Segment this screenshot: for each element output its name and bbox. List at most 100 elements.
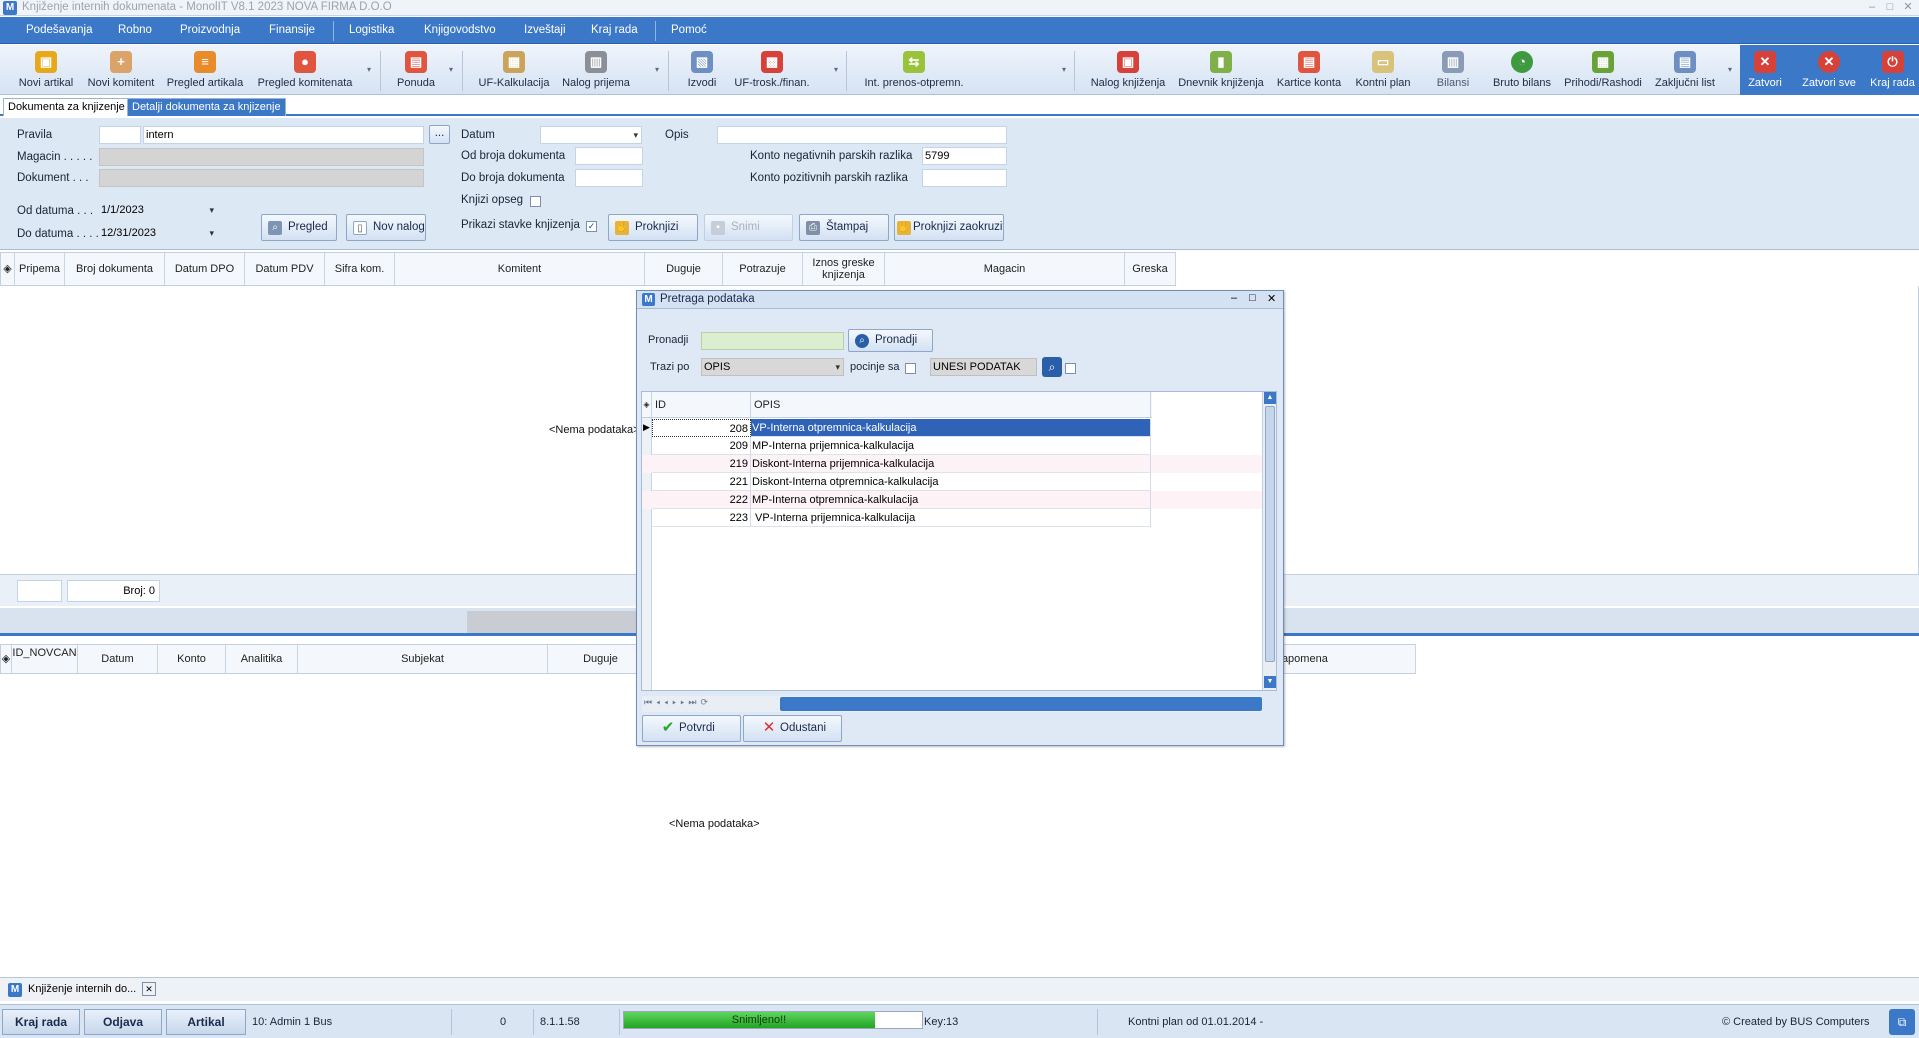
list-item[interactable]: 221 Diskont-Interna otpremnica-kalkulaci… bbox=[642, 473, 1276, 491]
kraj-rada-button[interactable]: Kraj rada bbox=[2, 1009, 80, 1035]
nalog-prijema-button[interactable]: ▥ Nalog prijema bbox=[560, 45, 632, 95]
chevron-down-icon[interactable]: ▾ bbox=[367, 65, 376, 74]
menu-finansije[interactable]: Finansije bbox=[269, 24, 315, 36]
bilansi-button[interactable]: ▥ Bilansi bbox=[1426, 45, 1480, 95]
col-pripema[interactable]: Pripema bbox=[15, 253, 65, 285]
pravila-code-input[interactable] bbox=[99, 126, 141, 144]
new-customer-button[interactable]: + Novi komitent bbox=[84, 45, 158, 95]
result-opis[interactable]: VP-Interna otpremnica-kalkulacija bbox=[751, 419, 1151, 437]
result-opis[interactable]: MP-Interna otpremnica-kalkulacija bbox=[751, 491, 1151, 509]
dialog-minimize-icon[interactable]: – bbox=[1231, 292, 1237, 304]
col-id[interactable]: ID bbox=[652, 392, 751, 417]
col-komitent[interactable]: Komitent bbox=[395, 253, 645, 285]
result-opis[interactable]: Diskont-Interna otpremnica-kalkulacija bbox=[751, 473, 1151, 491]
menu-robno[interactable]: Robno bbox=[118, 24, 152, 36]
col-sifra-kom[interactable]: Sifra kom. bbox=[325, 253, 395, 285]
int-prenos-button[interactable]: ⇆ Int. prenos-otpremn. bbox=[852, 45, 976, 95]
menu-izvestaji[interactable]: Izveštaji bbox=[524, 24, 566, 36]
col-id-novcan[interactable]: ID_NOVCAN bbox=[12, 645, 78, 673]
taskbar-close-icon[interactable]: ✕ bbox=[142, 982, 156, 996]
do-broja-input[interactable] bbox=[575, 169, 643, 187]
pronadji-button[interactable]: ⌕ Pronadji bbox=[848, 329, 933, 352]
knjizi-opseg-checkbox[interactable] bbox=[530, 196, 541, 207]
pregled-button[interactable]: ⌕ Pregled bbox=[261, 214, 337, 241]
chevron-down-icon[interactable]: ▾ bbox=[655, 65, 664, 74]
result-id[interactable]: 219 bbox=[652, 455, 751, 473]
list-item[interactable]: 219 Diskont-Interna prijemnica-kalkulaci… bbox=[642, 455, 1276, 473]
od-datuma-input[interactable]: 1/1/2023 bbox=[99, 202, 217, 220]
proknjizi-zaokruz-button[interactable]: ✋Proknjizi zaokruzivanje bbox=[894, 214, 1004, 241]
vertical-scrollbar[interactable]: ▲ ▼ bbox=[1262, 392, 1276, 690]
menu-podesavanja[interactable]: Podešavanja bbox=[26, 24, 93, 36]
prikazi-stavke-checkbox[interactable]: ✓ bbox=[586, 221, 597, 232]
col-duguje[interactable]: Duguje bbox=[645, 253, 723, 285]
menu-logistika[interactable]: Logistika bbox=[349, 24, 394, 36]
scroll-down-icon[interactable]: ▼ bbox=[1264, 676, 1276, 688]
konto-poz-input[interactable] bbox=[922, 169, 1007, 187]
col-iznos-greske[interactable]: Iznos greske knjizenja bbox=[803, 253, 885, 285]
chevron-down-icon[interactable]: ▾ bbox=[449, 65, 458, 74]
maximize-icon[interactable]: □ bbox=[1880, 0, 1900, 16]
kartice-konta-button[interactable]: ▤ Kartice konta bbox=[1274, 45, 1344, 95]
col-datum-dpo[interactable]: Datum DPO bbox=[165, 253, 245, 285]
offer-button[interactable]: ▤ Ponuda bbox=[386, 45, 446, 95]
uf-troskovi-button[interactable]: ▩ UF-trosk./finan. bbox=[730, 45, 814, 95]
new-article-button[interactable]: ▣ Novi artikal bbox=[12, 45, 80, 95]
kontni-plan-button[interactable]: ▭ Kontni plan bbox=[1350, 45, 1416, 95]
col-datum[interactable]: Datum bbox=[78, 645, 158, 673]
pronadji-input[interactable] bbox=[701, 332, 844, 350]
datum-input[interactable] bbox=[540, 126, 642, 144]
quick-search-icon[interactable]: ⌕ bbox=[1042, 357, 1062, 377]
tab-dokumenta[interactable]: Dokumenta za knjizenje bbox=[3, 98, 130, 116]
window-close-icon[interactable]: ✕ bbox=[1898, 0, 1918, 16]
opis-input[interactable] bbox=[717, 126, 1007, 144]
col-datum-pdv[interactable]: Datum PDV bbox=[245, 253, 325, 285]
list-item[interactable]: 222 MP-Interna otpremnica-kalkulacija bbox=[642, 491, 1276, 509]
result-id[interactable]: 221 bbox=[652, 473, 751, 491]
close-all-button[interactable]: ✕ Zatvori sve bbox=[1794, 45, 1864, 95]
dokument-input[interactable] bbox=[99, 169, 424, 187]
list-item[interactable]: 223 VP-Interna prijemnica-kalkulacija bbox=[642, 509, 1276, 527]
magacin-input[interactable] bbox=[99, 148, 424, 166]
chevron-down-icon[interactable]: ▾ bbox=[834, 65, 843, 74]
trazi-po-select[interactable]: OPIS bbox=[701, 358, 844, 376]
uf-kalkulacija-button[interactable]: ▦ UF-Kalkulacija bbox=[472, 45, 556, 95]
col-subjekat[interactable]: Subjekat bbox=[298, 645, 548, 673]
dnevnik-knjizenja-button[interactable]: ▮ Dnevnik knjiženja bbox=[1174, 45, 1268, 95]
bruto-bilans-button[interactable]: ◔ Bruto bilans bbox=[1486, 45, 1558, 95]
list-item[interactable]: 209 MP-Interna prijemnica-kalkulacija bbox=[642, 437, 1276, 455]
odjava-button[interactable]: Odjava bbox=[84, 1009, 162, 1035]
chevron-down-icon[interactable]: ▾ bbox=[1728, 65, 1737, 74]
nalog-knjizenja-button[interactable]: ▣ Nalog knjiženja bbox=[1088, 45, 1168, 95]
exit-button[interactable]: ⏻ Kraj rada bbox=[1866, 45, 1919, 95]
pocinje-sa-checkbox[interactable] bbox=[905, 363, 916, 374]
result-opis[interactable]: Diskont-Interna prijemnica-kalkulacija bbox=[751, 455, 1151, 473]
potvrdi-button[interactable]: ✔ Potvrdi bbox=[642, 715, 741, 742]
od-broja-input[interactable] bbox=[575, 147, 643, 165]
stampaj-button[interactable]: ⎙ Štampaj bbox=[799, 214, 889, 241]
izvodi-button[interactable]: ▧ Izvodi bbox=[674, 45, 730, 95]
col-potrazuje[interactable]: Potrazuje bbox=[723, 253, 803, 285]
col-opis[interactable]: OPIS bbox=[751, 392, 1151, 417]
pravila-input[interactable]: intern bbox=[143, 126, 424, 144]
proknjizi-button[interactable]: ✋ Proknjizi bbox=[608, 214, 698, 241]
browse-articles-button[interactable]: ≡ Pregled artikala bbox=[164, 45, 246, 95]
do-datuma-input[interactable]: 12/31/2023 bbox=[99, 225, 217, 243]
browse-customers-button[interactable]: ● Pregled komitenata bbox=[254, 45, 356, 95]
menu-pomoc[interactable]: Pomoć bbox=[671, 24, 707, 36]
col-konto[interactable]: Konto bbox=[158, 645, 226, 673]
col-analitika[interactable]: Analitika bbox=[226, 645, 298, 673]
zakljucni-list-button[interactable]: ▤ Zaključni list bbox=[1648, 45, 1722, 95]
chevron-down-icon[interactable]: ▾ bbox=[1062, 65, 1071, 74]
snimi-button[interactable]: ▪ Snimi bbox=[704, 214, 793, 241]
scroll-up-icon[interactable]: ▲ bbox=[1264, 392, 1276, 404]
result-id[interactable]: 208 bbox=[652, 419, 751, 437]
network-icon[interactable]: ⧉ bbox=[1889, 1009, 1915, 1035]
pravila-browse-button[interactable]: ... bbox=[429, 125, 450, 144]
col-greska[interactable]: Greska bbox=[1125, 253, 1176, 285]
col-magacin[interactable]: Magacin bbox=[885, 253, 1125, 285]
navigator-icons[interactable]: ⏮◂◂▸▸⏭⟳ bbox=[644, 697, 712, 708]
result-id[interactable]: 209 bbox=[652, 437, 751, 455]
minimize-icon[interactable]: – bbox=[1862, 0, 1882, 16]
scroll-thumb[interactable] bbox=[1265, 406, 1275, 662]
